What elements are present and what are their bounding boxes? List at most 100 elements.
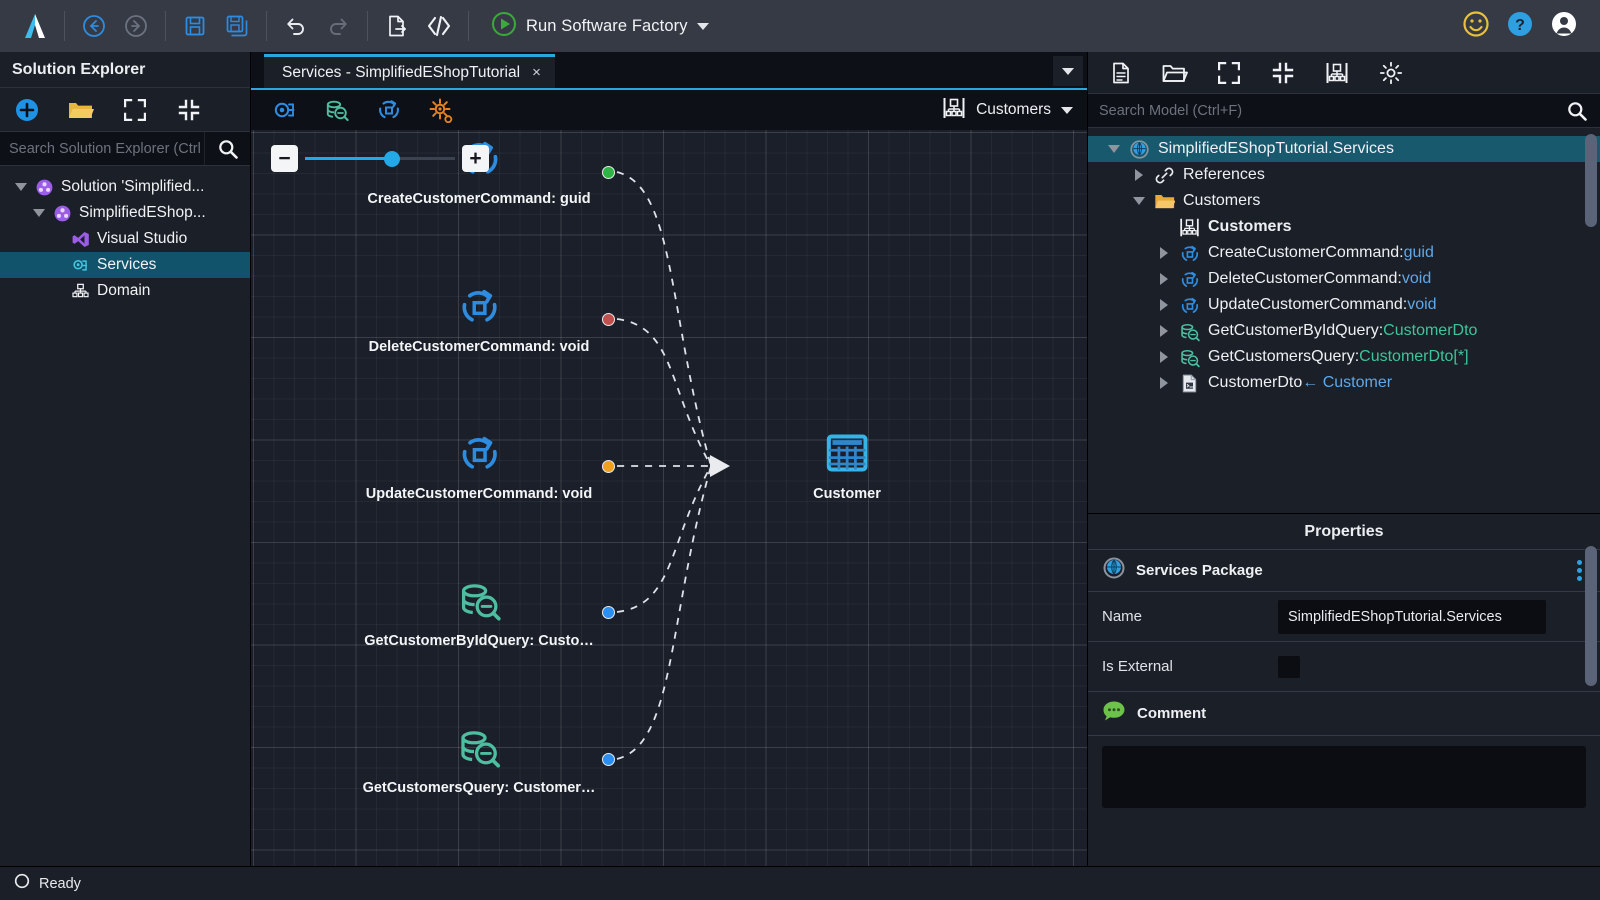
tab-label: Services - SimplifiedEShopTutorial xyxy=(282,63,521,81)
diagram-node-delete[interactable]: DeleteCustomerCommand: void xyxy=(369,284,589,355)
zoom-out-button[interactable]: − xyxy=(271,145,298,172)
model-tree-row[interactable]: Customers xyxy=(1088,214,1600,240)
diagram-node-update[interactable]: UpdateCustomerCommand: void xyxy=(366,431,592,502)
comment-textarea[interactable] xyxy=(1102,746,1586,808)
zoom-slider-thumb[interactable] xyxy=(384,151,400,167)
search-icon[interactable] xyxy=(204,132,250,165)
zoom-slider[interactable] xyxy=(305,145,455,172)
model-tree-row[interactable]: Customers xyxy=(1088,188,1600,214)
topbar-right-actions: ? xyxy=(1462,10,1586,43)
chevron-right-icon[interactable] xyxy=(1152,247,1176,259)
domain-icon xyxy=(68,282,92,301)
chevron-down-icon[interactable] xyxy=(28,209,50,217)
query-icon xyxy=(1176,347,1202,368)
chevron-right-icon[interactable] xyxy=(1152,299,1176,311)
redo-button[interactable] xyxy=(317,6,359,46)
model-tree-row[interactable]: CreateCustomerCommand: guid xyxy=(1088,240,1600,266)
sidebar-item-simplifiedeshop[interactable]: SimplifiedEShop... xyxy=(0,200,250,226)
chevron-down-icon[interactable] xyxy=(10,183,32,191)
model-tree-scrollbar[interactable] xyxy=(1585,134,1597,227)
diagram-selector-label: Customers xyxy=(976,101,1051,118)
code-brackets-icon[interactable] xyxy=(418,6,460,46)
model-tree-label: SimplifiedEShopTutorial.Services xyxy=(1158,140,1394,157)
model-tree-row[interactable]: GetCustomerByIdQuery: CustomerDto xyxy=(1088,318,1600,344)
settings-button[interactable] xyxy=(1364,52,1418,94)
add-command-button[interactable] xyxy=(363,90,415,130)
name-field[interactable] xyxy=(1278,599,1546,634)
search-input[interactable] xyxy=(0,132,204,165)
open-folder-button[interactable] xyxy=(54,88,108,132)
back-button[interactable] xyxy=(73,6,115,46)
diagram-node-port[interactable] xyxy=(602,313,615,326)
model-tree-row[interactable]: UpdateCustomerCommand: void xyxy=(1088,292,1600,318)
document-export-icon[interactable] xyxy=(376,6,418,46)
new-item-button[interactable] xyxy=(0,88,54,132)
save-button[interactable] xyxy=(174,6,216,46)
diagram-selector[interactable]: Customers xyxy=(932,90,1087,130)
forward-button[interactable] xyxy=(115,6,157,46)
zoom-in-button[interactable]: + xyxy=(462,145,489,172)
property-key: Is External xyxy=(1102,658,1173,675)
feedback-button[interactable] xyxy=(1462,10,1490,43)
model-tree-row[interactable]: DeleteCustomerCommand: void xyxy=(1088,266,1600,292)
diagram-node-port[interactable] xyxy=(602,606,615,619)
sidebar-item-services[interactable]: Services xyxy=(0,252,250,278)
undo-button[interactable] xyxy=(275,6,317,46)
properties-scrollbar[interactable] xyxy=(1585,546,1597,686)
solution-explorer-panel: Solution Explorer Search Solution Explor… xyxy=(0,52,251,866)
chevron-right-icon[interactable] xyxy=(1152,377,1176,389)
sidebar-item-solution-simplified[interactable]: Solution 'Simplified... xyxy=(0,174,250,200)
comment-header: Comment xyxy=(1088,692,1600,736)
chevron-down-icon xyxy=(696,22,709,30)
run-software-factory-button[interactable]: Run Software Factory xyxy=(483,7,717,46)
diagram-node-port[interactable] xyxy=(602,166,615,179)
model-tree-row[interactable]: SimplifiedEShopTutorial.Services xyxy=(1088,136,1600,162)
open-model-button[interactable] xyxy=(1148,52,1202,94)
sidebar-item-domain[interactable]: Domain xyxy=(0,278,250,304)
dto-icon xyxy=(1176,373,1202,394)
diagram-node-port[interactable] xyxy=(602,753,615,766)
help-button[interactable]: ? xyxy=(1506,10,1534,43)
diagram-node-label: Customer xyxy=(813,486,881,502)
model-tree-label: UpdateCustomerCommand: xyxy=(1208,296,1408,313)
zoom-control: − + xyxy=(271,145,489,172)
folder-icon xyxy=(1151,191,1177,212)
chevron-right-icon[interactable] xyxy=(1152,351,1176,363)
tab-close-button[interactable]: × xyxy=(532,64,541,81)
search-icon[interactable] xyxy=(1554,94,1600,127)
tab-overflow-button[interactable] xyxy=(1053,56,1083,86)
model-tree-label: GetCustomerByIdQuery: xyxy=(1208,322,1384,339)
sidebar-item-visual-studio[interactable]: Visual Studio xyxy=(0,226,250,252)
collapse-all-button[interactable] xyxy=(1256,52,1310,94)
chevron-down-icon[interactable] xyxy=(1127,197,1151,205)
diagram-node-port[interactable] xyxy=(602,460,615,473)
add-query-button[interactable] xyxy=(311,90,363,130)
chevron-right-icon[interactable] xyxy=(1152,273,1176,285)
new-model-button[interactable] xyxy=(1094,52,1148,94)
diagram-node-getbyid[interactable]: GetCustomerByIdQuery: Custo… xyxy=(364,578,594,649)
diagram-node-getall[interactable]: GetCustomersQuery: Customer… xyxy=(363,725,595,796)
sidebar-item-label: Domain xyxy=(97,282,151,299)
settings-button[interactable] xyxy=(415,90,467,130)
chevron-down-icon[interactable] xyxy=(1102,145,1126,153)
model-search-input[interactable] xyxy=(1088,94,1554,127)
add-element-button[interactable] xyxy=(259,90,311,130)
diagram-button[interactable] xyxy=(1310,52,1364,94)
model-tree-row[interactable]: References xyxy=(1088,162,1600,188)
model-tree-row[interactable]: GetCustomersQuery: CustomerDto[*] xyxy=(1088,344,1600,370)
model-tree: SimplifiedEShopTutorial.Services Referenc… xyxy=(1088,136,1600,396)
model-tree-label: Customers xyxy=(1183,192,1261,209)
expand-all-button[interactable] xyxy=(108,88,162,132)
account-button[interactable] xyxy=(1550,10,1578,43)
diagram-canvas[interactable]: − + CreateCustomerCommand: guid DeleteCus… xyxy=(251,130,1087,866)
collapse-all-button[interactable] xyxy=(162,88,216,132)
save-all-button[interactable] xyxy=(216,6,258,46)
model-tree-row[interactable]: CustomerDto ← Customer xyxy=(1088,370,1600,396)
expand-all-button[interactable] xyxy=(1202,52,1256,94)
diagram-node-customer[interactable]: Customer xyxy=(813,431,881,502)
is-external-checkbox[interactable] xyxy=(1278,655,1300,678)
chevron-right-icon[interactable] xyxy=(1127,169,1151,181)
chevron-right-icon[interactable] xyxy=(1152,325,1176,337)
services-icon xyxy=(68,256,92,275)
tab-services-diagram[interactable]: Services - SimplifiedEShopTutorial × xyxy=(264,54,555,88)
